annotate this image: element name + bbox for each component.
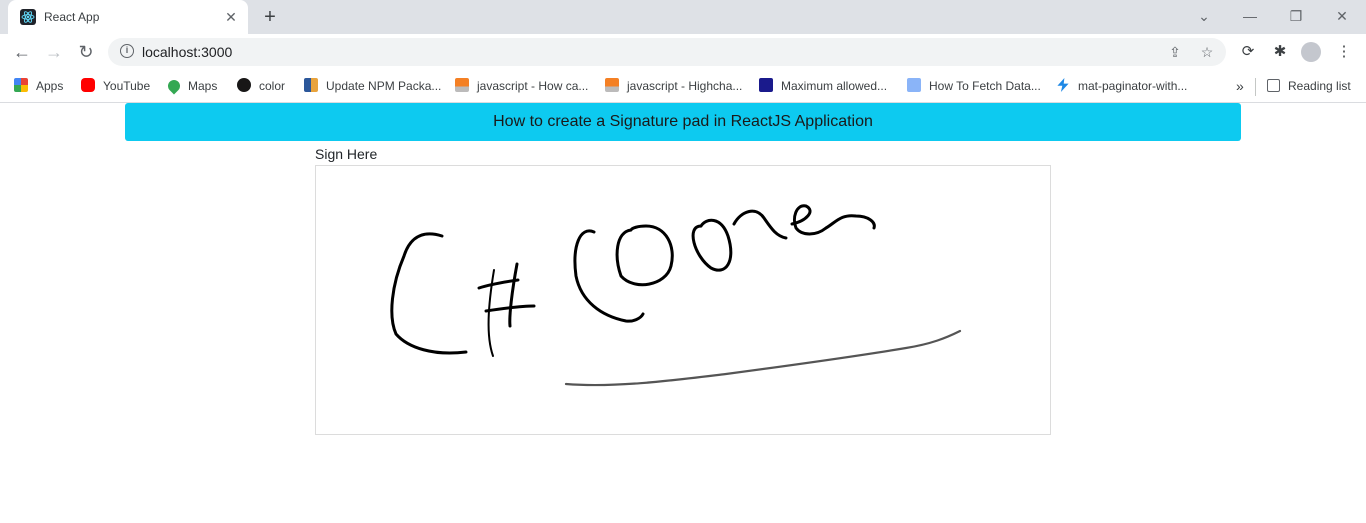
bookmark-star-icon[interactable]: ☆ (1198, 43, 1216, 61)
apps-icon (14, 78, 28, 92)
tab-search-icon[interactable]: ⌄ (1192, 6, 1216, 26)
extensions-puzzle-icon[interactable]: ✱ (1270, 42, 1290, 62)
bookmark-color[interactable]: color (237, 77, 285, 95)
sync-extension-icon[interactable]: ⟳ (1238, 42, 1258, 62)
page-icon (907, 78, 921, 92)
tab-strip: React App ✕ + ⌄ — ❐ ✕ (0, 0, 1366, 34)
maps-icon (165, 77, 183, 95)
stackoverflow-icon (605, 78, 619, 92)
forward-arrow-icon[interactable]: → (42, 40, 66, 64)
signature-drawing (390, 204, 962, 387)
minimize-button[interactable]: — (1238, 6, 1262, 26)
bookmark-mat-paginator[interactable]: mat-paginator-with... (1056, 77, 1187, 95)
bookmark-maximum-allowed[interactable]: Maximum allowed... (759, 77, 887, 95)
bookmark-youtube[interactable]: YouTube (81, 77, 150, 95)
browser-toolbar: ← → ↻ i localhost:3000 ⇪ ☆ ⟳ ✱ ⋮ (0, 34, 1366, 70)
bolt-icon (1057, 78, 1069, 92)
site-info-icon[interactable]: i (120, 44, 134, 58)
page-banner: How to create a Signature pad in ReactJS… (125, 103, 1241, 141)
restore-button[interactable]: ❐ (1284, 6, 1308, 26)
address-bar[interactable]: i localhost:3000 ⇪ ☆ (108, 38, 1226, 66)
bookmark-update-npm[interactable]: Update NPM Packa... (304, 77, 441, 95)
react-icon (20, 9, 36, 25)
reading-list-button[interactable]: Reading list (1267, 77, 1351, 95)
menu-kebab-icon[interactable]: ⋮ (1334, 42, 1354, 62)
back-arrow-icon[interactable]: ← (10, 40, 34, 64)
stackoverflow-icon (455, 78, 469, 92)
bookmark-apps[interactable]: Apps (14, 77, 63, 95)
signature-pad[interactable] (315, 165, 1051, 435)
new-tab-button[interactable]: + (258, 5, 282, 29)
p2n-icon (759, 78, 773, 92)
tab-title: React App (44, 10, 100, 24)
bookmarks-bar: Apps YouTube Maps color Update NPM Packa… (0, 70, 1366, 103)
bookmark-how-to-fetch[interactable]: How To Fetch Data... (907, 77, 1041, 95)
url-text[interactable]: localhost:3000 (142, 44, 232, 60)
bookmark-maps[interactable]: Maps (165, 77, 217, 95)
youtube-icon (81, 78, 95, 92)
close-tab-icon[interactable]: ✕ (222, 8, 240, 26)
npm-icon (304, 78, 318, 92)
github-icon (237, 78, 251, 92)
reading-list-icon (1267, 79, 1280, 92)
bookmark-javascript-how[interactable]: javascript - How ca... (455, 77, 588, 95)
bookmark-javascript-highcharts[interactable]: javascript - Highcha... (605, 77, 742, 95)
profile-avatar[interactable] (1301, 42, 1321, 62)
bookmarks-overflow-icon[interactable]: » (1236, 77, 1244, 95)
share-icon[interactable]: ⇪ (1166, 43, 1184, 61)
bookmarks-divider (1255, 78, 1256, 96)
close-window-button[interactable]: ✕ (1330, 6, 1354, 26)
tab-react-app[interactable]: React App ✕ (8, 0, 248, 34)
reload-icon[interactable]: ↻ (74, 40, 98, 64)
sign-here-label: Sign Here (315, 146, 378, 162)
page-title: How to create a Signature pad in ReactJS… (493, 113, 873, 130)
